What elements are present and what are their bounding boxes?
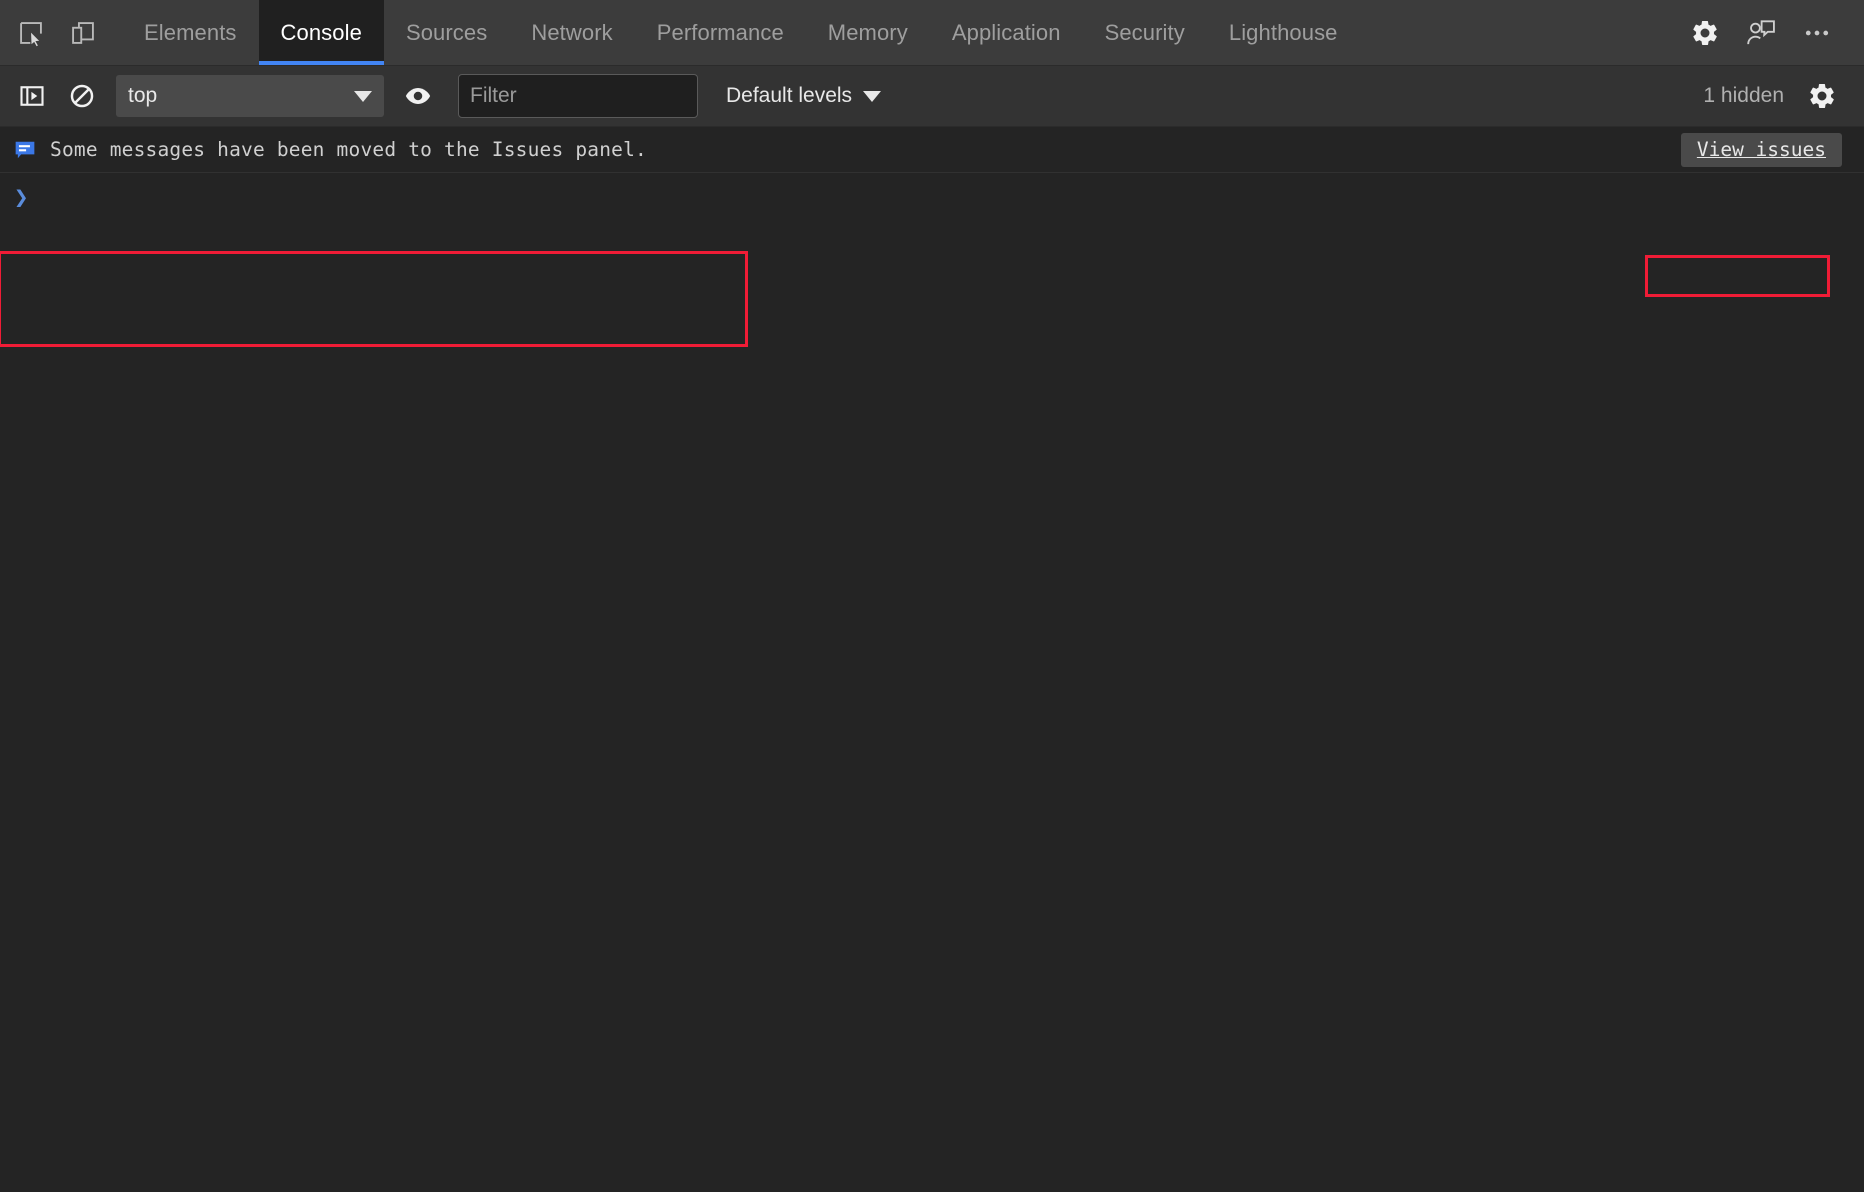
log-level-dropdown[interactable]: Default levels xyxy=(726,84,881,108)
show-console-sidebar-icon[interactable] xyxy=(10,74,54,118)
tab-application-label: Application xyxy=(952,20,1061,46)
console-settings-gear-icon[interactable] xyxy=(1800,74,1844,118)
live-expression-eye-glyph xyxy=(403,81,433,111)
hidden-messages-count: 1 hidden xyxy=(1703,84,1784,108)
tab-sources-label: Sources xyxy=(406,20,487,46)
console-toolbar-right: 1 hidden xyxy=(1703,74,1852,118)
console-toolbar: top Default levels 1 hidden xyxy=(0,66,1864,127)
tab-performance[interactable]: Performance xyxy=(635,0,806,65)
tab-console[interactable]: Console xyxy=(259,0,384,65)
clear-console-icon[interactable] xyxy=(60,74,104,118)
tab-security-label: Security xyxy=(1105,20,1185,46)
console-settings-gear-glyph xyxy=(1807,81,1837,111)
settings-gear-glyph xyxy=(1690,18,1720,48)
annotation-box-message-block xyxy=(0,251,748,347)
show-console-sidebar-glyph xyxy=(18,82,46,110)
tab-network[interactable]: Network xyxy=(509,0,634,65)
annotation-box-view-issues xyxy=(1645,255,1830,297)
tab-elements-label: Elements xyxy=(144,20,237,46)
tabbar-right-icons xyxy=(1684,0,1864,65)
console-message-row[interactable]: Some messages have been moved to the Iss… xyxy=(0,127,1864,173)
tab-lighthouse[interactable]: Lighthouse xyxy=(1207,0,1360,65)
device-toolbar-icon[interactable] xyxy=(62,12,104,54)
info-message-icon xyxy=(14,139,36,161)
device-toolbar-glyph xyxy=(69,19,97,47)
tab-memory-label: Memory xyxy=(828,20,908,46)
tab-sources[interactable]: Sources xyxy=(384,0,509,65)
tab-lighthouse-label: Lighthouse xyxy=(1229,20,1338,46)
tab-network-label: Network xyxy=(531,20,612,46)
chevron-down-icon xyxy=(354,91,372,102)
tab-security[interactable]: Security xyxy=(1083,0,1207,65)
tab-performance-label: Performance xyxy=(657,20,784,46)
console-prompt-row[interactable]: ❯ xyxy=(0,173,1864,220)
tab-elements[interactable]: Elements xyxy=(122,0,259,65)
console-message-text: Some messages have been moved to the Iss… xyxy=(50,138,647,161)
tabbar-left-icons xyxy=(0,0,104,65)
tab-console-label: Console xyxy=(281,20,362,46)
inspect-element-icon[interactable] xyxy=(10,12,52,54)
tab-application[interactable]: Application xyxy=(930,0,1083,65)
settings-gear-icon[interactable] xyxy=(1684,12,1726,54)
log-level-label: Default levels xyxy=(726,84,852,108)
execution-context-value: top xyxy=(128,84,157,108)
console-message-area[interactable]: Some messages have been moved to the Iss… xyxy=(0,127,1864,1192)
eye-icon[interactable] xyxy=(396,74,440,118)
info-message-glyph xyxy=(14,139,36,161)
feedback-glyph xyxy=(1745,17,1777,49)
panel-tabs: Elements Console Sources Network Perform… xyxy=(122,0,1360,65)
inspect-element-glyph xyxy=(17,19,45,47)
devtools-tabbar: Elements Console Sources Network Perform… xyxy=(0,0,1864,66)
execution-context-select[interactable]: top xyxy=(116,75,384,117)
feedback-icon[interactable] xyxy=(1740,12,1782,54)
tab-memory[interactable]: Memory xyxy=(806,0,930,65)
view-issues-link[interactable]: View issues xyxy=(1681,133,1842,167)
clear-console-glyph xyxy=(68,82,96,110)
view-issues-container: View issues xyxy=(1681,133,1864,167)
chevron-down-icon xyxy=(863,91,881,102)
more-options-glyph xyxy=(1802,18,1832,48)
prompt-chevron-icon: ❯ xyxy=(14,185,28,209)
devtools-window: Elements Console Sources Network Perform… xyxy=(0,0,1864,1192)
more-options-icon[interactable] xyxy=(1796,12,1838,54)
console-filter-input[interactable] xyxy=(458,74,698,118)
